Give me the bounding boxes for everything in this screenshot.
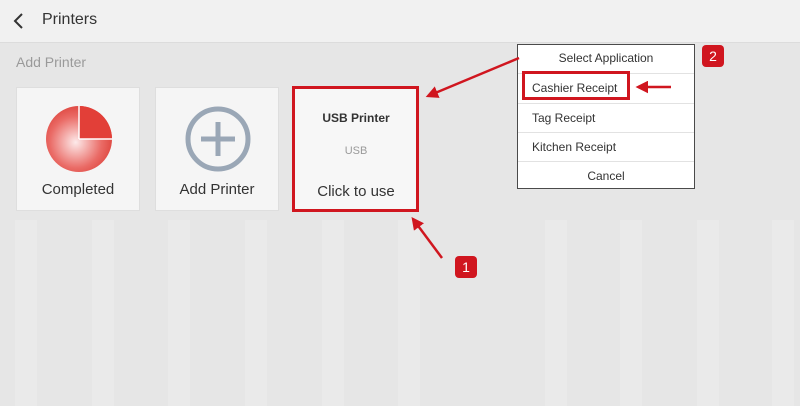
- completed-card[interactable]: Completed: [16, 87, 140, 211]
- step-badge-2: 2: [702, 45, 724, 67]
- background-stripe: [772, 220, 794, 406]
- section-label: Add Printer: [16, 54, 87, 70]
- background-stripe: [322, 220, 344, 406]
- chevron-left-icon[interactable]: [10, 11, 30, 31]
- step-badge-1: 1: [455, 256, 477, 278]
- pie-progress-icon: [46, 106, 112, 172]
- select-application-menu: Select Application Cashier Receipt Tag R…: [517, 44, 695, 189]
- background-stripe: [92, 220, 114, 406]
- background-stripe: [15, 220, 37, 406]
- click-to-use-label: Click to use: [317, 183, 395, 200]
- usb-printer-card[interactable]: USB Printer USB Click to use: [294, 87, 418, 211]
- background-stripe: [545, 220, 567, 406]
- menu-title: Select Application: [558, 51, 654, 65]
- background-stripe: [168, 220, 190, 406]
- add-printer-label: Add Printer: [179, 181, 255, 198]
- completed-label: Completed: [41, 181, 115, 198]
- background-stripe: [697, 220, 719, 406]
- menu-item-cashier-receipt[interactable]: Cashier Receipt: [518, 73, 694, 102]
- menu-item-kitchen-receipt[interactable]: Kitchen Receipt: [518, 132, 694, 161]
- cancel-button[interactable]: Cancel: [518, 161, 694, 189]
- usb-printer-name: USB Printer: [322, 111, 390, 125]
- background-stripe: [398, 220, 420, 406]
- arrow-to-usb-card-from-menu: [425, 56, 520, 98]
- background-stripe: [245, 220, 267, 406]
- menu-item-tag-receipt[interactable]: Tag Receipt: [518, 103, 694, 132]
- top-bar: Printers: [0, 0, 800, 43]
- background-stripe: [620, 220, 642, 406]
- page-title: Printers: [42, 11, 98, 28]
- add-printer-card[interactable]: Add Printer: [155, 87, 279, 211]
- usb-printer-type: USB: [344, 145, 368, 157]
- add-circle-icon: [185, 106, 251, 172]
